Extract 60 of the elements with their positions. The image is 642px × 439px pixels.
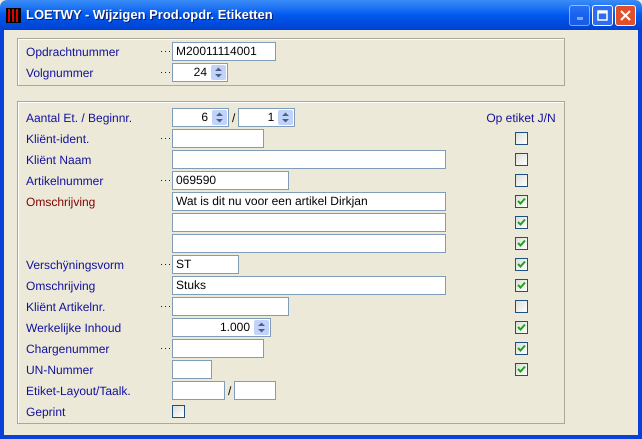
spin-field[interactable]: 1 xyxy=(238,108,296,127)
checkbox[interactable] xyxy=(514,153,528,166)
field-label: Artikelnummer xyxy=(26,174,104,188)
spin-field[interactable]: 1.000 xyxy=(172,318,271,337)
close-button[interactable] xyxy=(615,4,636,26)
up-down-arrows-icon[interactable] xyxy=(216,112,223,123)
checkbox[interactable] xyxy=(514,279,528,292)
text-field[interactable] xyxy=(234,381,276,400)
minimize-icon xyxy=(576,16,582,20)
maximize-button[interactable] xyxy=(592,4,613,26)
up-down-arrows-icon[interactable] xyxy=(215,67,222,78)
checkbox[interactable] xyxy=(514,237,528,250)
text-field[interactable] xyxy=(172,360,212,379)
close-icon xyxy=(620,10,631,20)
window-title: LOETWY - Wijzigen Prod.opdr. Etiketten xyxy=(26,6,273,24)
separator-label: / xyxy=(232,110,236,126)
text-field[interactable]: ST xyxy=(172,255,239,274)
app-icon xyxy=(6,8,21,22)
field-label: Aantal Et. / Beginnr. xyxy=(26,110,132,124)
separator-label: / xyxy=(228,382,232,400)
field-label: Omschrijving xyxy=(26,194,96,208)
checkbox[interactable] xyxy=(514,174,528,187)
text-field[interactable] xyxy=(172,234,446,253)
checkbox[interactable] xyxy=(514,132,528,145)
field-label: Omschrijving xyxy=(26,278,96,292)
checkbox[interactable] xyxy=(514,216,528,229)
field-label: Opdrachtnummer xyxy=(26,44,120,58)
checkbox[interactable] xyxy=(514,258,528,271)
text-field[interactable] xyxy=(172,129,264,148)
checkbox[interactable] xyxy=(514,195,528,208)
field-label: UN-Nummer xyxy=(26,362,94,376)
maximize-icon xyxy=(597,10,608,20)
field-label: Kliënt-ident. xyxy=(26,132,90,146)
up-down-arrows-icon[interactable] xyxy=(282,112,290,123)
text-field[interactable]: Stuks xyxy=(172,276,446,295)
checkbox[interactable] xyxy=(514,342,528,355)
field-label: Etiket-Layout/Taalk. xyxy=(26,384,131,398)
checkbox[interactable] xyxy=(514,363,528,376)
field-label: Volgnummer xyxy=(26,66,94,80)
text-field[interactable] xyxy=(172,339,264,358)
text-field[interactable]: Wat is dit nu voor een artikel Dirkjan xyxy=(172,192,446,211)
text-field[interactable]: 069590 xyxy=(172,171,289,190)
up-down-arrows-icon[interactable] xyxy=(258,322,265,333)
field-label: Geprint xyxy=(26,404,66,418)
text-field[interactable] xyxy=(172,297,289,316)
checkbox[interactable] xyxy=(514,321,528,334)
field-label: Kliënt Naam xyxy=(26,152,92,166)
checkbox[interactable] xyxy=(172,405,185,418)
text-field[interactable] xyxy=(172,381,225,400)
text-field[interactable] xyxy=(172,213,446,232)
column-header: Op etiket J/N xyxy=(486,110,556,126)
text-field[interactable] xyxy=(172,150,446,169)
spin-field[interactable]: 6 xyxy=(172,108,229,127)
field-label: Werkelijke Inhoud xyxy=(26,320,122,334)
field-label: Kliënt Artikelnr. xyxy=(26,300,106,314)
field-label: Chargenummer xyxy=(26,342,110,356)
field-label: Verschÿningsvorm xyxy=(26,258,124,272)
text-field[interactable]: M20011114001 xyxy=(172,42,276,61)
checkbox[interactable] xyxy=(514,300,528,313)
spin-field[interactable]: 24 xyxy=(172,63,228,82)
